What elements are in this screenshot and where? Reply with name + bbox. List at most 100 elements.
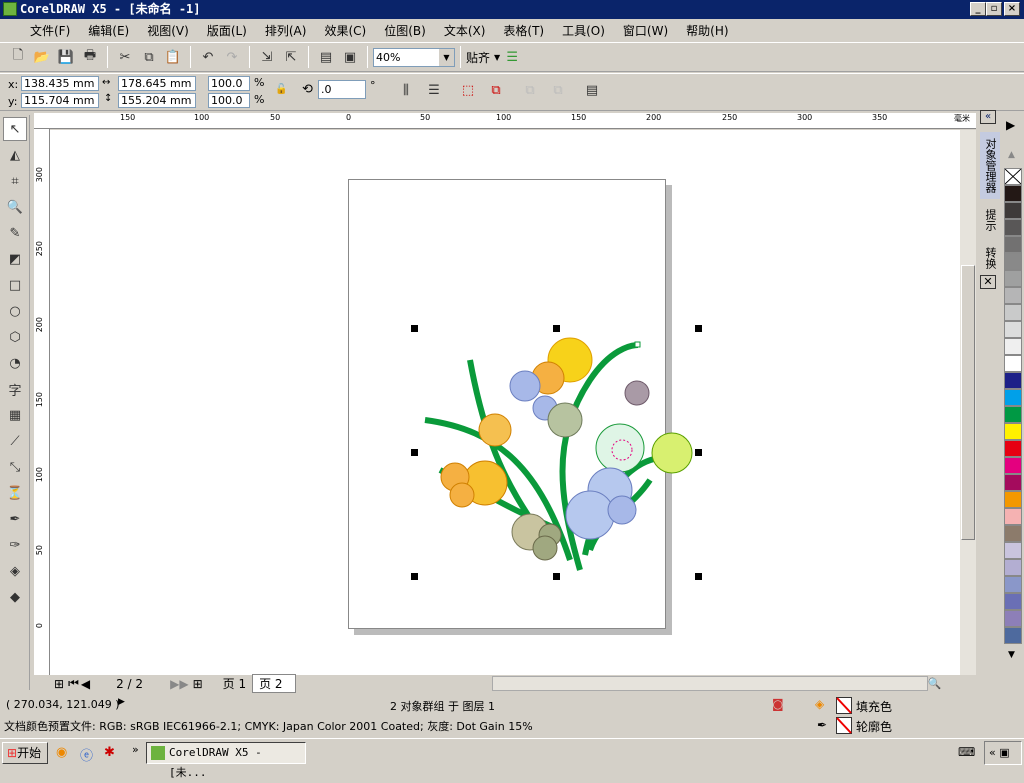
horizontal-ruler[interactable]: 150 100 50 0 50 100 150 200 250 300 350 …: [34, 113, 976, 129]
docker-tab-hints[interactable]: 提示: [980, 203, 1000, 237]
menu-text[interactable]: 文本(X): [444, 22, 486, 39]
shape-tool-icon[interactable]: ◭: [3, 143, 27, 167]
combine-icon[interactable]: ⧉: [520, 80, 540, 100]
color-swatch[interactable]: [1004, 219, 1022, 236]
selection-handle[interactable]: [411, 573, 418, 580]
first-page-icon[interactable]: ⏮: [68, 676, 79, 691]
new-icon[interactable]: 🗋: [8, 47, 28, 67]
color-swatch[interactable]: [1004, 593, 1022, 610]
vertical-ruler[interactable]: 300 250 200 150 100 50 0: [34, 129, 50, 675]
color-swatch[interactable]: [1004, 508, 1022, 525]
chevron-down-icon[interactable]: ▼: [439, 48, 454, 66]
color-swatch[interactable]: [1004, 355, 1022, 372]
no-outline-swatch[interactable]: [836, 717, 852, 734]
browser-icon[interactable]: ⓔ: [80, 745, 93, 764]
text-tool-icon[interactable]: 字: [3, 377, 27, 401]
color-swatch[interactable]: [1004, 185, 1022, 202]
rectangle-tool-icon[interactable]: □: [3, 273, 27, 297]
color-swatch[interactable]: [1004, 202, 1022, 219]
x-position-input[interactable]: 138.435 mm: [21, 76, 99, 91]
welcome-icon[interactable]: ▣: [340, 47, 360, 67]
media-player-icon[interactable]: ◉: [56, 745, 67, 760]
app-quicklaunch-icon[interactable]: ✱: [104, 745, 115, 760]
undo-icon[interactable]: ↶: [198, 47, 218, 67]
palette-scroll-up-icon[interactable]: ▲: [1008, 150, 1015, 160]
color-swatch[interactable]: [1004, 253, 1022, 270]
height-input[interactable]: 155.204 mm: [118, 93, 196, 108]
blend-tool-icon[interactable]: ⏳: [3, 481, 27, 505]
menu-bitmaps[interactable]: 位图(B): [384, 22, 426, 39]
connector-tool-icon[interactable]: ⤡: [3, 455, 27, 479]
color-swatch[interactable]: [1004, 627, 1022, 644]
color-swatch[interactable]: [1004, 542, 1022, 559]
menu-view[interactable]: 视图(V): [147, 22, 189, 39]
tray-expand-icon[interactable]: «: [989, 746, 996, 759]
open-icon[interactable]: 📂: [32, 47, 52, 67]
selection-handle[interactable]: [695, 325, 702, 332]
menu-help[interactable]: 帮助(H): [686, 22, 728, 39]
add-page-before-icon[interactable]: ⊞: [54, 677, 64, 691]
mirror-horizontal-icon[interactable]: ⫼: [396, 80, 416, 100]
restore-button[interactable]: ▫: [986, 2, 1002, 16]
zoom-select[interactable]: 40% ▼: [373, 47, 455, 67]
save-icon[interactable]: 💾: [56, 47, 76, 67]
paste-icon[interactable]: 📋: [163, 47, 183, 67]
docker-tab-object-manager[interactable]: 对象管理器: [980, 132, 1000, 199]
docker-tab-transform[interactable]: 转换: [980, 241, 1000, 275]
color-swatch[interactable]: [1004, 270, 1022, 287]
next-page-icon[interactable]: ▶▶: [170, 677, 188, 691]
close-button[interactable]: ×: [1004, 2, 1020, 16]
close-docker-icon[interactable]: ✕: [980, 275, 996, 289]
selection-handle[interactable]: [553, 573, 560, 580]
outline-pen-icon[interactable]: ✑: [3, 533, 27, 557]
menu-edit[interactable]: 编辑(E): [88, 22, 129, 39]
color-swatch[interactable]: [1004, 610, 1022, 627]
app-launcher-icon[interactable]: ▤: [316, 47, 336, 67]
minimize-button[interactable]: _: [970, 2, 986, 16]
selection-handle[interactable]: [411, 325, 418, 332]
color-swatch[interactable]: [1004, 423, 1022, 440]
menu-arrange[interactable]: 排列(A): [265, 22, 307, 39]
vertical-scrollbar[interactable]: [960, 130, 976, 675]
menu-tools[interactable]: 工具(O): [562, 22, 605, 39]
print-icon[interactable]: 🖶: [80, 47, 100, 67]
selection-handle[interactable]: [695, 573, 702, 580]
rotation-angle-input[interactable]: .0: [318, 80, 366, 99]
color-swatch[interactable]: [1004, 389, 1022, 406]
color-swatch[interactable]: [1004, 559, 1022, 576]
prev-page-icon[interactable]: ◀: [81, 677, 90, 691]
width-input[interactable]: 178.645 mm: [118, 76, 196, 91]
color-profile-info[interactable]: 文档颜色预置文件: RGB: sRGB IEC61966-2.1; CMYK: …: [4, 718, 533, 734]
polygon-tool-icon[interactable]: ⬡: [3, 325, 27, 349]
scroll-thumb[interactable]: [961, 265, 975, 540]
scale-x-input[interactable]: 100.0: [208, 76, 250, 91]
eyedropper-icon[interactable]: ✒: [3, 507, 27, 531]
color-swatch[interactable]: [1004, 372, 1022, 389]
snap-to-dropdown[interactable]: 贴齐: [466, 49, 490, 66]
fill-tool-icon[interactable]: ◈: [3, 559, 27, 583]
freehand-tool-icon[interactable]: ✎: [3, 221, 27, 245]
selection-handle[interactable]: [695, 449, 702, 456]
export-icon[interactable]: ⇱: [281, 47, 301, 67]
interactive-fill-icon[interactable]: ◆: [3, 585, 27, 609]
more-icon[interactable]: »: [132, 743, 139, 756]
add-page-after-icon[interactable]: ⊞: [193, 677, 203, 691]
selection-handle[interactable]: [553, 325, 560, 332]
menu-effects[interactable]: 效果(C): [324, 22, 366, 39]
copy-icon[interactable]: ⧉: [139, 47, 159, 67]
color-swatch[interactable]: [1004, 576, 1022, 593]
color-swatch[interactable]: [1004, 287, 1022, 304]
menu-table[interactable]: 表格(T): [503, 22, 544, 39]
flower-artwork[interactable]: [400, 320, 710, 590]
menu-layout[interactable]: 版面(L): [207, 22, 247, 39]
ellipse-tool-icon[interactable]: ○: [3, 299, 27, 323]
color-swatch[interactable]: [1004, 440, 1022, 457]
color-proof-icon[interactable]: ◙: [772, 697, 784, 711]
scale-y-input[interactable]: 100.0: [208, 93, 250, 108]
cut-icon[interactable]: ✂: [115, 47, 135, 67]
horizontal-scrollbar[interactable]: [491, 676, 928, 691]
options-icon[interactable]: ☰: [502, 47, 522, 67]
color-swatch[interactable]: [1004, 321, 1022, 338]
break-apart-icon[interactable]: ⧉: [548, 80, 568, 100]
page-tab-2[interactable]: 页 2: [252, 674, 296, 693]
